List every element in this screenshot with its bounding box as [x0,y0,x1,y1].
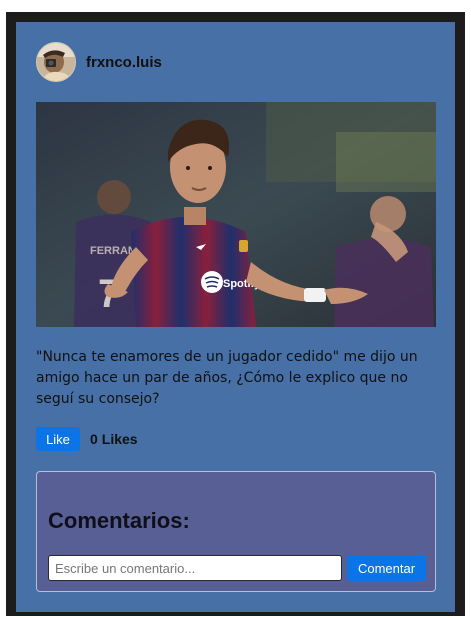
comment-input[interactable] [48,555,342,581]
likes-count-label: Likes [101,431,138,447]
avatar-photo [37,43,75,81]
likes-count-value: 0 [90,431,98,447]
post-caption: "Nunca te enamores de un jugador cedido"… [36,349,418,407]
avatar[interactable] [36,42,76,82]
comments-section: Comentarios: Comentar [36,471,436,592]
like-row: Like 0 Likes [36,427,142,451]
post-card: frxnco.luis FERRAN Spotify "Nunca te ena… [16,22,455,612]
comment-submit-button[interactable]: Comentar [347,555,426,581]
post-header: frxnco.luis [36,42,162,82]
football-photo: FERRAN 7 Spotify [36,102,436,327]
like-button[interactable]: Like [36,427,80,451]
comments-title: Comentarios: [48,508,190,533]
username[interactable]: frxnco.luis [86,54,162,71]
post-frame: frxnco.luis FERRAN Spotify "Nunca te ena… [6,12,465,616]
likes-counter: 0 Likes [90,431,142,447]
post-image: FERRAN 7 Spotify [36,102,436,327]
